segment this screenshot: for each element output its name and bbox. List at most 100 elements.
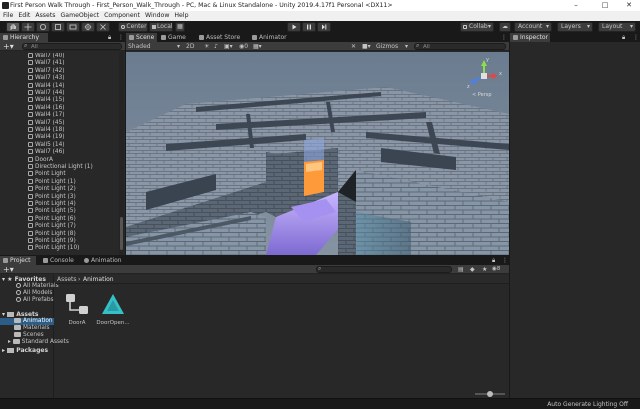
scrollbar-thumb[interactable] [120, 217, 123, 250]
lighting-status-text[interactable]: Auto Generate Lighting Off [547, 401, 628, 408]
close-button[interactable]: ✕ [618, 0, 640, 11]
maximize-button[interactable]: □ [594, 0, 616, 11]
move-tool-button[interactable] [21, 22, 35, 32]
hierarchy-item[interactable]: Point Light (8) [28, 230, 76, 238]
rotate-tool-button[interactable] [36, 22, 50, 32]
hierarchy-item[interactable]: Wall7 (42) [28, 67, 65, 75]
perspective-label[interactable]: < Persp [472, 92, 492, 98]
filter-by-label-icon[interactable]: ◆ [470, 265, 475, 274]
hierarchy-item[interactable]: Point Light (6) [28, 215, 76, 223]
breadcrumb-assets[interactable]: Assets [57, 276, 77, 283]
tab-project[interactable]: Project [0, 256, 36, 265]
hidden-objects-icon[interactable]: ◉0 [239, 42, 248, 51]
scene-viewport[interactable]: y x z < Persp [126, 52, 509, 255]
shading-mode-dropdown[interactable]: Shaded ▾ [128, 42, 183, 51]
transform-tool-button[interactable] [81, 22, 95, 32]
layers-dropdown[interactable]: Layers ▾ [557, 22, 593, 32]
filter-by-type-icon[interactable]: ▤ [458, 265, 464, 274]
effects-dropdown-icon[interactable]: ▣▾ [224, 42, 233, 51]
camera-settings-icon[interactable]: ■▾ [362, 42, 371, 51]
tab-console[interactable]: Console [40, 256, 76, 265]
more-options-icon[interactable]: ⋮ [118, 33, 124, 42]
menu-assets[interactable]: Assets [35, 11, 55, 21]
play-button[interactable] [287, 22, 301, 32]
grid-snap-button[interactable]: ▦ [175, 22, 185, 32]
hierarchy-item[interactable]: Wall7 (43) [28, 75, 65, 82]
pivot-local-button[interactable]: Local [149, 22, 173, 32]
tab-hierarchy[interactable]: Hierarchy [0, 33, 48, 42]
hierarchy-item[interactable]: Point Light [28, 171, 66, 178]
scale-tool-button[interactable] [51, 22, 65, 32]
tab-asset-store[interactable]: Asset Store [196, 33, 246, 42]
favorite-all-models[interactable]: All Models [16, 290, 52, 297]
tab-game[interactable]: Game [158, 33, 192, 42]
folder-scenes[interactable]: Scenes [14, 332, 44, 339]
pivot-center-button[interactable]: Center [118, 22, 148, 32]
hidden-packages-count[interactable]: ◉8 [492, 265, 500, 274]
tools-icon[interactable]: ✕ [351, 42, 356, 51]
tab-animation[interactable]: Animation [81, 256, 123, 265]
hand-tool-button[interactable] [6, 22, 20, 32]
asset-tile-doora[interactable]: DoorA [63, 290, 91, 330]
minimize-button[interactable]: – [565, 0, 587, 11]
asset-tile-dooropen[interactable]: DoorOpen... [96, 290, 130, 330]
menu-file[interactable]: File [3, 11, 13, 21]
hierarchy-item[interactable]: Point Light (10) [28, 245, 79, 252]
create-asset-dropdown-button[interactable]: +▾ [3, 265, 14, 274]
favorite-star-icon[interactable]: ★ [482, 265, 487, 274]
menu-component[interactable]: Component [104, 11, 140, 21]
layout-dropdown[interactable]: Layout ▾ [598, 22, 636, 32]
hierarchy-item[interactable]: Wall4 (14) [28, 82, 65, 90]
create-dropdown-button[interactable]: +▾ [3, 42, 14, 51]
hierarchy-item[interactable]: Wall4 (17) [28, 112, 65, 119]
breadcrumb-animation[interactable]: Animation [83, 276, 114, 283]
menu-window[interactable]: Window [145, 11, 169, 21]
tab-animator[interactable]: Animator [249, 33, 295, 42]
more-options-icon[interactable]: ⋮ [633, 33, 639, 42]
hierarchy-item[interactable]: Point Light (2) [28, 186, 76, 193]
hierarchy-item[interactable]: Wall7 (46) [28, 149, 65, 156]
cloud-services-button[interactable]: ☁ [499, 22, 511, 32]
menu-help[interactable]: Help [174, 11, 188, 21]
more-options-icon[interactable]: ⋮ [501, 33, 507, 42]
slider-thumb[interactable] [487, 391, 493, 397]
hierarchy-search-input[interactable]: All [22, 43, 122, 50]
tab-inspector[interactable]: Inspector [510, 33, 550, 42]
favorite-all-prefabs[interactable]: All Prefabs [16, 297, 54, 304]
assets-section[interactable]: ▾ Assets [2, 311, 39, 318]
hierarchy-item[interactable]: Point Light (5) [28, 208, 76, 215]
hierarchy-item[interactable]: Directional Light (1) [28, 164, 93, 171]
more-options-icon[interactable]: ⋮ [502, 256, 508, 265]
scene-search-input[interactable]: All [414, 43, 506, 50]
menu-edit[interactable]: Edit [18, 11, 30, 21]
account-dropdown[interactable]: Account ▾ [514, 22, 552, 32]
hierarchy-item[interactable]: Wall7 (45) [28, 119, 65, 127]
lock-icon[interactable]: 🔒︎ [622, 33, 625, 42]
pause-button[interactable] [302, 22, 316, 32]
hierarchy-item[interactable]: Wall5 (14) [28, 141, 65, 149]
hierarchy-item[interactable]: Point Light (3) [28, 193, 76, 201]
hierarchy-item[interactable]: Point Light (4) [28, 201, 76, 208]
hierarchy-item[interactable]: DoorA [28, 156, 53, 164]
hierarchy-item[interactable]: Wall4 (16) [28, 104, 65, 112]
hierarchy-item[interactable]: Wall7 (44) [28, 90, 65, 97]
favorites-section[interactable]: ▾ ★ Favorites [2, 276, 46, 283]
lock-icon[interactable]: 🔒︎ [492, 256, 495, 265]
custom-tool-button[interactable] [96, 22, 110, 32]
hierarchy-item[interactable]: Point Light (1) [28, 178, 76, 186]
hierarchy-item[interactable]: Wall4 (19) [28, 134, 65, 141]
menu-gameobject[interactable]: GameObject [60, 11, 99, 21]
packages-section[interactable]: ▸ Packages [2, 347, 48, 354]
hierarchy-item[interactable]: Wall7 (40) [28, 53, 65, 60]
grid-toggle-icon[interactable]: ▦▾ [253, 42, 262, 51]
folder-standard-assets[interactable]: ▸ Standard Assets [8, 339, 69, 346]
tab-scene[interactable]: Scene [126, 33, 157, 42]
hierarchy-item[interactable]: Point Light (9) [28, 238, 76, 245]
project-search-input[interactable] [316, 266, 452, 273]
icon-size-slider[interactable] [475, 391, 505, 397]
hierarchy-item[interactable]: Point Light (7) [28, 223, 76, 230]
folder-animation[interactable]: Animation [14, 318, 53, 325]
collab-button[interactable]: Collab ▾ [460, 22, 494, 32]
lighting-toggle-icon[interactable]: ☀ [204, 42, 209, 51]
favorite-all-materials[interactable]: All Materials [16, 283, 59, 290]
